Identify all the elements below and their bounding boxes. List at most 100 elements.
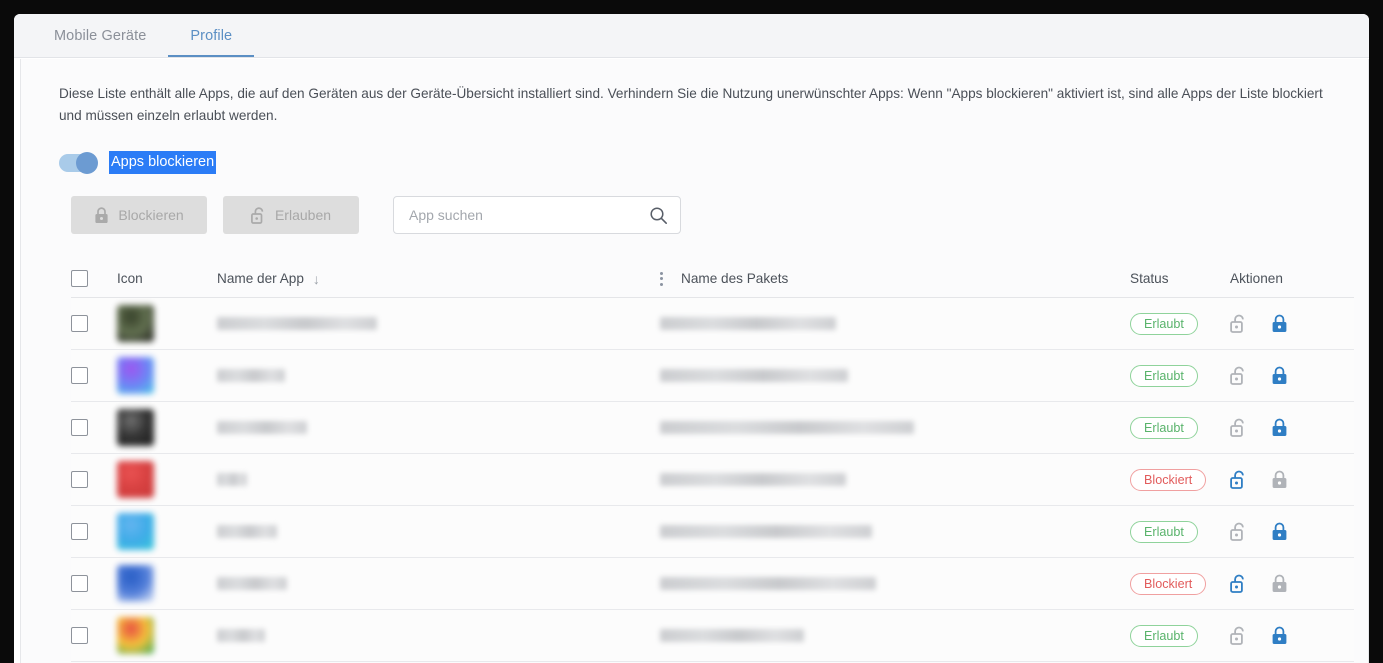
lock-open-icon[interactable] xyxy=(1230,574,1247,593)
table-header-row: Icon Name der App ↓ Name des Pakets Stat… xyxy=(71,260,1354,298)
package-name-cell xyxy=(660,577,1130,590)
lock-closed-icon[interactable] xyxy=(1271,366,1288,385)
col-app-name-label: Name der App xyxy=(217,271,304,286)
table-row[interactable]: Erlaubt xyxy=(71,402,1354,454)
package-name-redacted xyxy=(660,473,846,486)
row-actions-cell xyxy=(1230,314,1354,333)
search-input[interactable] xyxy=(409,207,649,223)
row-actions-cell xyxy=(1230,574,1354,593)
status-cell: Erlaubt xyxy=(1130,313,1230,335)
col-package-name: Name des Pakets xyxy=(660,271,1130,286)
content-panel: Diese Liste enthält alle Apps, die auf d… xyxy=(20,59,1369,663)
app-icon xyxy=(117,461,154,498)
app-icon-cell xyxy=(117,565,217,602)
lock-closed-icon[interactable] xyxy=(1271,470,1288,489)
search-icon[interactable] xyxy=(649,206,668,225)
lock-open-icon[interactable] xyxy=(1230,522,1247,541)
row-checkbox[interactable] xyxy=(71,419,88,436)
lock-open-icon xyxy=(251,207,266,224)
row-checkbox[interactable] xyxy=(71,523,88,540)
status-cell: Erlaubt xyxy=(1130,521,1230,543)
status-badge: Blockiert xyxy=(1130,573,1206,595)
app-icon xyxy=(117,305,154,342)
status-cell: Erlaubt xyxy=(1130,625,1230,647)
select-all-cell xyxy=(71,270,117,287)
column-menu-icon[interactable] xyxy=(660,272,663,286)
lock-open-icon[interactable] xyxy=(1230,366,1247,385)
package-name-redacted xyxy=(660,577,876,590)
lock-open-icon[interactable] xyxy=(1230,314,1247,333)
col-status: Status xyxy=(1130,271,1230,286)
table-row[interactable]: Blockiert xyxy=(71,558,1354,610)
lock-closed-icon[interactable] xyxy=(1271,418,1288,437)
block-button[interactable]: Blockieren xyxy=(71,196,207,234)
status-cell: Blockiert xyxy=(1130,573,1230,595)
app-icon-cell xyxy=(117,617,217,654)
app-icon xyxy=(117,357,154,394)
sort-descending-icon[interactable]: ↓ xyxy=(313,271,320,287)
lock-closed-icon[interactable] xyxy=(1271,522,1288,541)
select-all-checkbox[interactable] xyxy=(71,270,88,287)
app-name-redacted xyxy=(217,577,287,590)
app-name-redacted xyxy=(217,525,277,538)
package-name-redacted xyxy=(660,317,836,330)
table-row[interactable]: Erlaubt xyxy=(71,610,1354,662)
apps-table: Icon Name der App ↓ Name des Pakets Stat… xyxy=(71,260,1354,662)
app-icon-cell xyxy=(117,461,217,498)
tab-profile[interactable]: Profile xyxy=(168,14,254,57)
row-checkbox[interactable] xyxy=(71,575,88,592)
row-checkbox[interactable] xyxy=(71,367,88,384)
app-name-redacted xyxy=(217,629,265,642)
tab-mobile-geraete[interactable]: Mobile Geräte xyxy=(32,14,168,57)
table-row[interactable]: Erlaubt xyxy=(71,350,1354,402)
panel-description: Diese Liste enthält alle Apps, die auf d… xyxy=(59,83,1328,127)
row-select-cell xyxy=(71,471,117,488)
app-name-cell xyxy=(217,577,660,590)
allow-button-label: Erlauben xyxy=(275,207,331,223)
col-app-name[interactable]: Name der App ↓ xyxy=(217,271,660,287)
package-name-cell xyxy=(660,369,1130,382)
app-search-box[interactable] xyxy=(393,196,681,234)
table-row[interactable]: Erlaubt xyxy=(71,506,1354,558)
status-badge: Erlaubt xyxy=(1130,417,1198,439)
table-row[interactable]: Erlaubt xyxy=(71,298,1354,350)
row-actions-cell xyxy=(1230,626,1354,645)
row-actions-cell xyxy=(1230,418,1354,437)
package-name-redacted xyxy=(660,369,848,382)
app-name-cell xyxy=(217,421,660,434)
package-name-cell xyxy=(660,629,1130,642)
status-cell: Erlaubt xyxy=(1130,365,1230,387)
status-cell: Erlaubt xyxy=(1130,417,1230,439)
app-icon-cell xyxy=(117,305,217,342)
package-name-redacted xyxy=(660,629,804,642)
status-badge: Erlaubt xyxy=(1130,625,1198,647)
row-checkbox[interactable] xyxy=(71,315,88,332)
status-badge: Erlaubt xyxy=(1130,313,1198,335)
table-row[interactable]: Blockiert xyxy=(71,454,1354,506)
block-apps-toggle-label: Apps blockieren xyxy=(109,151,216,174)
lock-open-icon[interactable] xyxy=(1230,626,1247,645)
action-toolbar: Blockieren Erlauben xyxy=(71,196,1368,234)
app-name-redacted xyxy=(217,473,247,486)
lock-open-icon[interactable] xyxy=(1230,418,1247,437)
block-apps-toggle[interactable] xyxy=(59,154,97,172)
row-select-cell xyxy=(71,315,117,332)
app-name-cell xyxy=(217,473,660,486)
row-checkbox[interactable] xyxy=(71,627,88,644)
col-icon: Icon xyxy=(117,271,217,286)
app-name-redacted xyxy=(217,317,377,330)
lock-open-icon[interactable] xyxy=(1230,470,1247,489)
package-name-cell xyxy=(660,421,1130,434)
row-select-cell xyxy=(71,575,117,592)
col-actions-label: Aktionen xyxy=(1230,271,1283,286)
lock-closed-icon[interactable] xyxy=(1271,314,1288,333)
row-checkbox[interactable] xyxy=(71,471,88,488)
allow-button[interactable]: Erlauben xyxy=(223,196,359,234)
status-badge: Erlaubt xyxy=(1130,521,1198,543)
lock-closed-icon[interactable] xyxy=(1271,574,1288,593)
package-name-redacted xyxy=(660,525,872,538)
package-name-cell xyxy=(660,317,1130,330)
lock-closed-icon[interactable] xyxy=(1271,626,1288,645)
block-apps-toggle-row: Apps blockieren xyxy=(59,151,1368,174)
app-name-cell xyxy=(217,317,660,330)
